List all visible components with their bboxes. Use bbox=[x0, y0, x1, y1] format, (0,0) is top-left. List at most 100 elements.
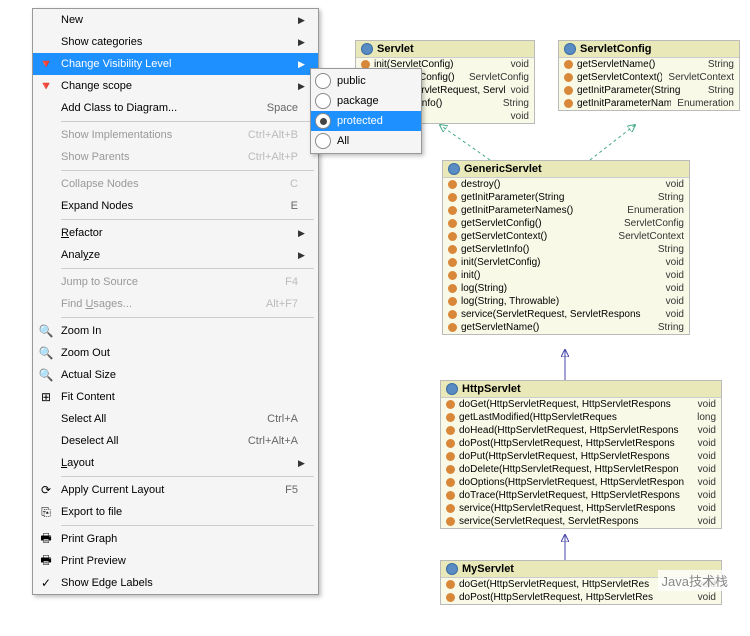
menu-label: Show Parents bbox=[59, 151, 248, 163]
class-method: getServletContext()ServletContext bbox=[559, 71, 739, 84]
menu-item[interactable]: Select AllCtrl+A bbox=[33, 408, 318, 430]
menu-icon: ⊞ bbox=[33, 390, 59, 404]
class-servletconfig[interactable]: ServletConfiggetServletName()StringgetSe… bbox=[558, 40, 740, 111]
class-method: getInitParameter(StringString bbox=[559, 84, 739, 97]
menu-item[interactable]: 🔍Actual Size bbox=[33, 364, 318, 386]
menu-icon: 🖶 bbox=[33, 551, 59, 572]
menu-item[interactable]: 🖶Print Graph bbox=[33, 528, 318, 550]
visibility-option[interactable]: All bbox=[311, 131, 421, 151]
class-httpservlet[interactable]: HttpServletdoGet(HttpServletRequest, Htt… bbox=[440, 380, 722, 529]
class-method: doTrace(HttpServletRequest, HttpServletR… bbox=[441, 489, 721, 502]
visibility-option[interactable]: protected bbox=[311, 111, 421, 131]
menu-item[interactable]: Add Class to Diagram...Space bbox=[33, 97, 318, 119]
class-title: HttpServlet bbox=[441, 381, 721, 398]
submenu-arrow-icon: ▶ bbox=[298, 15, 310, 26]
submenu-arrow-icon: ▶ bbox=[298, 59, 310, 70]
class-title: Servlet bbox=[356, 41, 534, 58]
menu-icon: 🔍 bbox=[33, 368, 59, 382]
menu-item[interactable]: ⎘Export to file bbox=[33, 501, 318, 523]
menu-label: Find Usages... bbox=[59, 298, 266, 310]
menu-icon: 🔍 bbox=[33, 324, 59, 338]
menu-item[interactable]: ⟳Apply Current LayoutF5 bbox=[33, 479, 318, 501]
menu-label: Fit Content bbox=[59, 391, 298, 403]
menu-item: Show ParentsCtrl+Alt+P bbox=[33, 146, 318, 168]
menu-item[interactable]: ⊞Fit Content bbox=[33, 386, 318, 408]
menu-icon: 🔻 bbox=[33, 79, 59, 93]
menu-label: Layout bbox=[59, 457, 298, 469]
menu-item[interactable]: 🔍Zoom Out bbox=[33, 342, 318, 364]
menu-label: Zoom In bbox=[59, 325, 298, 337]
menu-label: Select All bbox=[59, 413, 267, 425]
menu-icon: 🔍 bbox=[33, 346, 59, 360]
class-method: log(String)void bbox=[443, 282, 689, 295]
menu-item: Show ImplementationsCtrl+Alt+B bbox=[33, 124, 318, 146]
menu-item[interactable]: 🔻Change Visibility Level▶ bbox=[33, 53, 318, 75]
menu-label: Show Edge Labels bbox=[59, 577, 298, 589]
visibility-submenu: publicpackageprotectedAll bbox=[310, 68, 422, 154]
class-method: service(ServletRequest, ServletResponsvo… bbox=[443, 308, 689, 321]
menu-label: Add Class to Diagram... bbox=[59, 102, 267, 114]
class-method: doOptions(HttpServletRequest, HttpServle… bbox=[441, 476, 721, 489]
submenu-arrow-icon: ▶ bbox=[298, 228, 310, 239]
menu-label: Collapse Nodes bbox=[59, 178, 290, 190]
menu-label: Apply Current Layout bbox=[59, 484, 285, 496]
class-method: getServletInfo()String bbox=[443, 243, 689, 256]
menu-label: Expand Nodes bbox=[59, 200, 291, 212]
menu-label: New bbox=[59, 14, 298, 26]
menu-icon: ⟳ bbox=[33, 483, 59, 497]
menu-item[interactable]: Expand NodesE bbox=[33, 195, 318, 217]
radio-icon bbox=[315, 133, 331, 149]
menu-label: Show Implementations bbox=[59, 129, 248, 141]
menu-item[interactable]: Show categories▶ bbox=[33, 31, 318, 53]
menu-label: Change Visibility Level bbox=[59, 58, 298, 70]
class-method: init()void bbox=[443, 269, 689, 282]
class-title: GenericServlet bbox=[443, 161, 689, 178]
class-method: doPost(HttpServletRequest, HttpServletRe… bbox=[441, 591, 721, 604]
class-method: destroy()void bbox=[443, 178, 689, 191]
class-method: getServletConfig()ServletConfig bbox=[443, 217, 689, 230]
class-method: log(String, Throwable)void bbox=[443, 295, 689, 308]
menu-icon: ✓ bbox=[33, 576, 59, 590]
menu-item[interactable]: Layout▶ bbox=[33, 452, 318, 474]
menu-item[interactable]: 🔍Zoom In bbox=[33, 320, 318, 342]
menu-label: Export to file bbox=[59, 506, 298, 518]
submenu-arrow-icon: ▶ bbox=[298, 37, 310, 48]
menu-item: Collapse NodesC bbox=[33, 173, 318, 195]
menu-label: Refactor bbox=[59, 227, 298, 239]
menu-label: Show categories bbox=[59, 36, 298, 48]
class-method: init(ServletConfig)void bbox=[443, 256, 689, 269]
menu-item[interactable]: Analyze▶ bbox=[33, 244, 318, 266]
menu-item[interactable]: 🔻Change scope▶ bbox=[33, 75, 318, 97]
menu-icon: 🔻 bbox=[33, 57, 59, 71]
class-method: service(ServletRequest, ServletResponsvo… bbox=[441, 515, 721, 528]
menu-label: Print Preview bbox=[59, 555, 298, 567]
menu-item[interactable]: Deselect AllCtrl+Alt+A bbox=[33, 430, 318, 452]
class-method: getInitParameterNames()Enumeration bbox=[559, 97, 739, 110]
menu-item[interactable]: New▶ bbox=[33, 9, 318, 31]
menu-label: Zoom Out bbox=[59, 347, 298, 359]
menu-item[interactable]: Refactor▶ bbox=[33, 222, 318, 244]
class-genericservlet[interactable]: GenericServletdestroy()voidgetInitParame… bbox=[442, 160, 690, 335]
class-method: service(HttpServletRequest, HttpServletR… bbox=[441, 502, 721, 515]
class-method: getServletName()String bbox=[559, 58, 739, 71]
menu-item[interactable]: 🖶Print Preview bbox=[33, 550, 318, 572]
visibility-option[interactable]: package bbox=[311, 91, 421, 111]
menu-label: Print Graph bbox=[59, 533, 298, 545]
visibility-option[interactable]: public bbox=[311, 71, 421, 91]
class-method: getLastModified(HttpServletRequeslong bbox=[441, 411, 721, 424]
class-method: doDelete(HttpServletRequest, HttpServlet… bbox=[441, 463, 721, 476]
class-method: doPost(HttpServletRequest, HttpServletRe… bbox=[441, 437, 721, 450]
class-method: getInitParameter(StringString bbox=[443, 191, 689, 204]
menu-item[interactable]: ✓Show Edge Labels bbox=[33, 572, 318, 594]
menu-icon: 🖶 bbox=[33, 529, 59, 550]
submenu-arrow-icon: ▶ bbox=[298, 458, 310, 469]
radio-icon bbox=[315, 73, 331, 89]
class-method: doPut(HttpServletRequest, HttpServletRes… bbox=[441, 450, 721, 463]
menu-item: Jump to SourceF4 bbox=[33, 271, 318, 293]
menu-label: Jump to Source bbox=[59, 276, 285, 288]
menu-label: Deselect All bbox=[59, 435, 248, 447]
radio-icon bbox=[315, 113, 331, 129]
class-title: ServletConfig bbox=[559, 41, 739, 58]
radio-icon bbox=[315, 93, 331, 109]
menu-label: Actual Size bbox=[59, 369, 298, 381]
